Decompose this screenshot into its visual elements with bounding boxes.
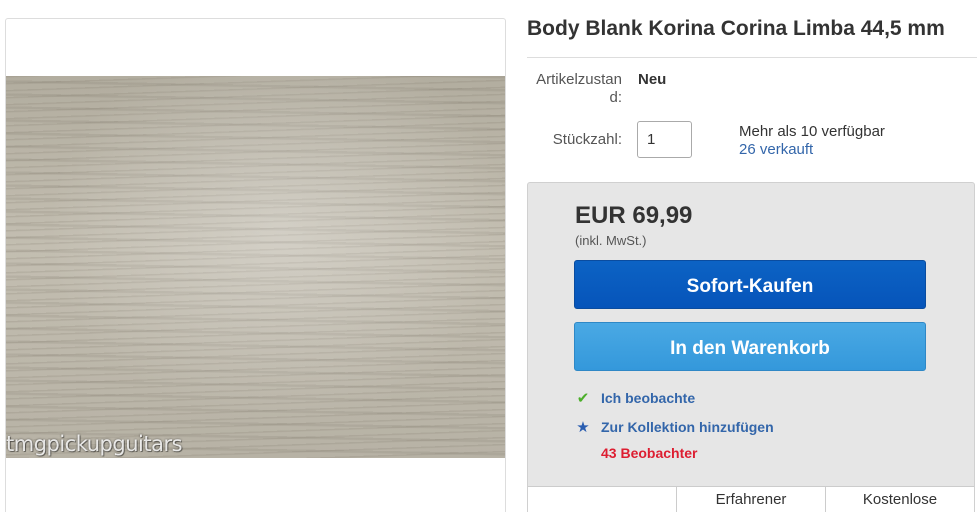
title-divider	[527, 57, 977, 58]
listing-page: tmgpickupguitars Body Blank Korina Corin…	[0, 0, 977, 512]
star-icon: ★	[576, 419, 590, 436]
buy-now-button[interactable]: Sofort-Kaufen	[574, 260, 926, 309]
watch-label: Ich beobachte	[601, 390, 696, 406]
checkmark-icon: ✔	[576, 390, 590, 407]
tax-note: (inkl. MwSt.)	[575, 233, 647, 248]
image-watermark: tmgpickupguitars	[6, 432, 183, 456]
condition-value: Neu	[638, 71, 667, 88]
add-to-collection-link[interactable]: ★ Zur Kollektion hinzufügen	[575, 418, 774, 436]
sold-count-link[interactable]: 26 verkauft	[739, 141, 813, 159]
price: EUR 69,99	[575, 202, 693, 229]
info-cell-2: Erfahrener	[677, 487, 826, 512]
seller-info-strip: Erfahrener Kostenlose	[528, 486, 974, 512]
quantity-label: Stückzahl:	[552, 131, 622, 148]
info-cell-3: Kostenlose	[862, 491, 938, 508]
availability-text: Mehr als 10 verfügbar	[739, 123, 885, 140]
condition-label: Artikelzustan d:	[536, 71, 622, 106]
product-image[interactable]: tmgpickupguitars	[6, 76, 505, 458]
quantity-input[interactable]	[637, 121, 692, 158]
watcher-count: 43 Beobachter	[601, 445, 698, 461]
buy-box: EUR 69,99 (inkl. MwSt.) Sofort-Kaufen In…	[527, 182, 975, 512]
add-to-cart-button[interactable]: In den Warenkorb	[574, 322, 926, 371]
image-gallery: tmgpickupguitars	[5, 18, 506, 512]
listing-title: Body Blank Korina Corina Limba 44,5 mm	[527, 17, 945, 40]
watch-link[interactable]: ✔ Ich beobachte	[575, 389, 695, 407]
add-to-collection-label: Zur Kollektion hinzufügen	[601, 419, 774, 435]
info-cell-1	[528, 487, 677, 512]
